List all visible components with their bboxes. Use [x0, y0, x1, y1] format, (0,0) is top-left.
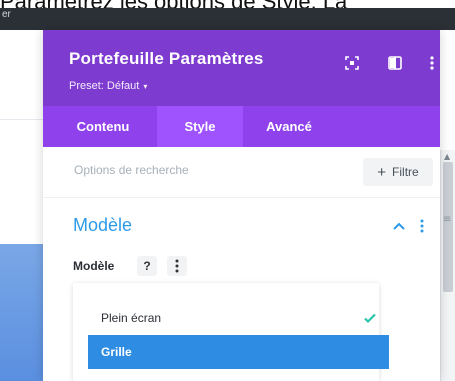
- tab-avance[interactable]: Avancé: [243, 106, 335, 147]
- preset-selector[interactable]: Preset: Défaut ▾: [69, 80, 147, 92]
- divider: [0, 119, 43, 120]
- preset-label: Preset: Défaut: [69, 80, 140, 92]
- page-background: [0, 30, 43, 381]
- sidebar-toggle-icon[interactable]: [386, 54, 404, 72]
- field-more-icon[interactable]: [167, 256, 187, 276]
- scrollbar[interactable]: ▲ ≡: [440, 150, 455, 381]
- tab-bar: Contenu Style Avancé: [43, 106, 440, 147]
- background-image: [0, 244, 43, 381]
- option-label: Plein écran: [101, 311, 162, 325]
- option-grille[interactable]: Grille: [88, 335, 389, 369]
- chevron-down-icon: ▾: [143, 82, 148, 91]
- settings-modal: Portefeuille Paramètres Preset: Défaut ▾ …: [43, 30, 440, 381]
- modal-title: Portefeuille Paramètres: [69, 49, 264, 68]
- scrollbar-thumb[interactable]: [443, 162, 453, 292]
- option-plein-ecran[interactable]: Plein écran: [88, 301, 389, 335]
- filter-button[interactable]: + Filtre: [363, 158, 433, 186]
- search-input[interactable]: Options de recherche: [74, 163, 189, 177]
- tab-contenu[interactable]: Contenu: [69, 106, 137, 147]
- modal-header: Portefeuille Paramètres Preset: Défaut ▾: [43, 30, 440, 106]
- top-bar-text: er: [2, 9, 11, 20]
- scroll-up-icon[interactable]: ▲: [444, 152, 450, 161]
- plus-icon: +: [377, 163, 387, 181]
- top-bar: er: [0, 8, 455, 30]
- section-title[interactable]: Modèle: [73, 215, 132, 236]
- layout-dropdown: Plein écran Grille: [73, 283, 389, 381]
- filter-bar: Options de recherche + Filtre: [43, 147, 440, 198]
- chevron-up-icon[interactable]: [391, 218, 407, 234]
- field-label: Modèle: [73, 259, 115, 273]
- more-vertical-icon[interactable]: [423, 54, 440, 72]
- drag-handle-icon[interactable]: ≡: [443, 214, 451, 225]
- expand-icon[interactable]: [343, 54, 361, 72]
- checkmark-icon: [362, 310, 378, 326]
- section-more-icon[interactable]: [414, 218, 430, 234]
- help-icon[interactable]: ?: [137, 256, 157, 276]
- tab-style[interactable]: Style: [157, 106, 243, 147]
- option-label: Grille: [101, 345, 132, 359]
- filter-label: Filtre: [392, 165, 419, 179]
